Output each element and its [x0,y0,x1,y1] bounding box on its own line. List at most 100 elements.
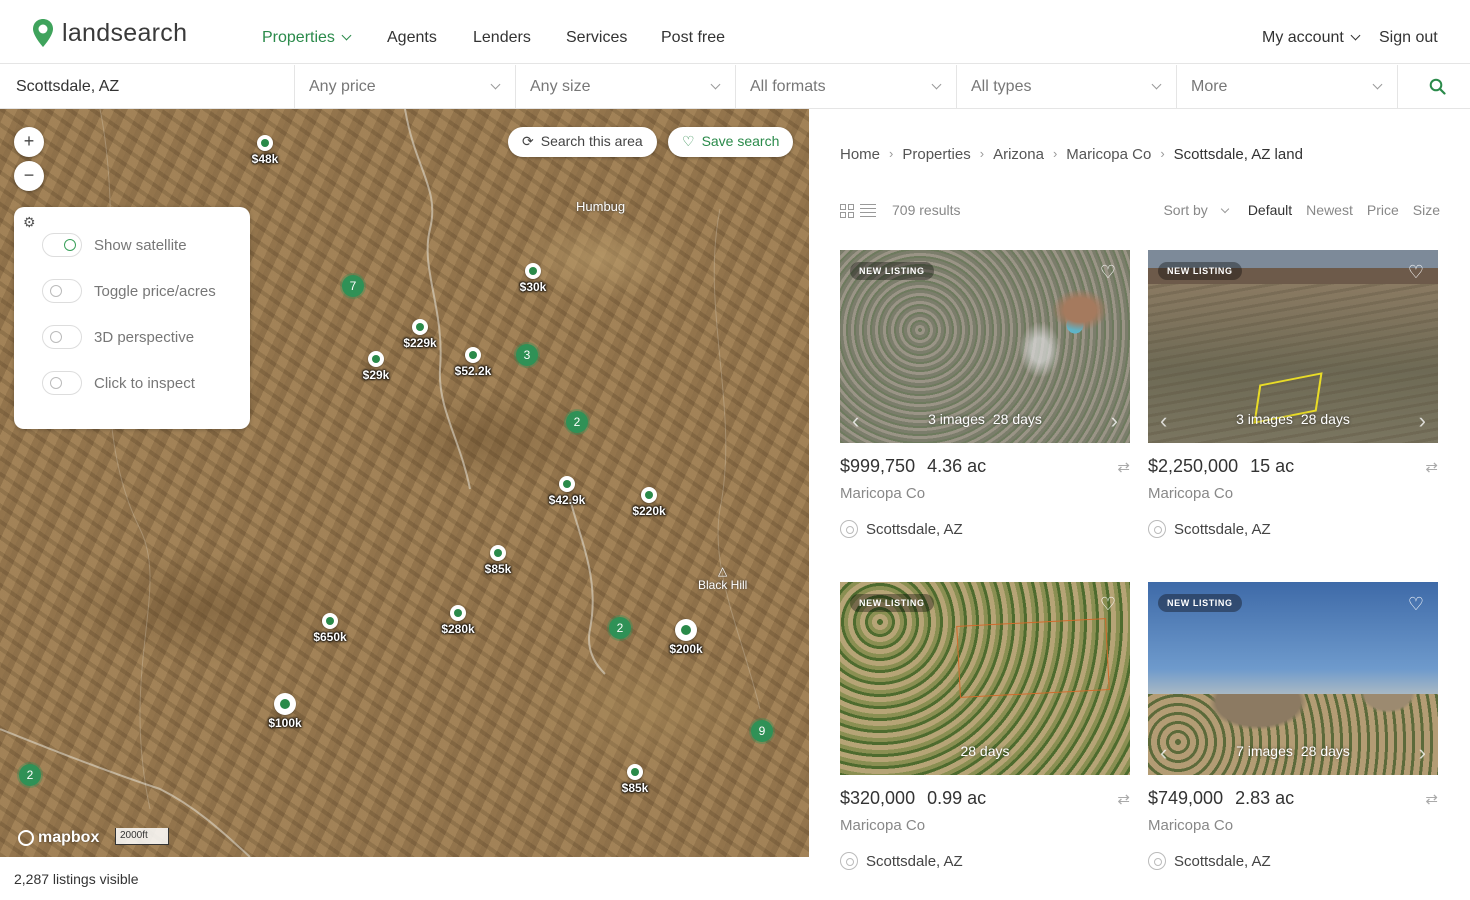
heart-icon[interactable]: ♡ [1100,262,1116,283]
map-pin[interactable]: $48k [252,135,278,166]
map-pin[interactable]: $650k [313,613,347,644]
map-pin[interactable]: $229k [403,319,437,350]
nav-properties[interactable]: Properties [262,29,352,47]
nav-lenders[interactable]: Lenders [473,29,531,47]
map-cluster[interactable]: 2 [19,764,41,786]
gear-icon[interactable]: ⚙ [23,214,36,231]
heart-icon[interactable]: ♡ [1408,262,1424,283]
location-icon [840,520,858,538]
map-cluster[interactable]: 2 [609,617,631,639]
compare-icon[interactable]: ⇄ [1117,458,1130,476]
search-this-area-button[interactable]: ⟳ Search this area [508,127,657,157]
map-cluster[interactable]: 2 [566,411,588,433]
save-search-button[interactable]: ♡ Save search [668,127,794,157]
listing-photo[interactable]: NEW LISTING ♡ ‹ › 7 images 28 days [1148,582,1438,775]
toggle-show-satellite[interactable]: Show satellite [42,233,187,257]
new-listing-badge: NEW LISTING [1158,262,1242,280]
map-pin[interactable]: $29k [363,351,389,382]
map-pin-price: $650k [313,630,347,644]
compare-icon[interactable]: ⇄ [1425,790,1438,808]
listing-card[interactable]: NEW LISTING ♡ 28 days $320,000 0.99 ac ⇄ … [840,582,1130,870]
formats-filter[interactable]: All formats [736,65,957,109]
listing-card[interactable]: NEW LISTING ♡ ‹ › 3 images 28 days $2,250… [1148,250,1438,538]
nav-services[interactable]: Services [566,29,627,47]
types-filter[interactable]: All types [957,65,1177,109]
map-pin-price: $100k [268,716,302,730]
sort-newest[interactable]: Newest [1306,202,1353,218]
size-filter[interactable]: Any size [516,65,736,109]
map-pin-dot [627,764,643,780]
map-pin[interactable]: $85k [622,764,648,795]
logo[interactable]: landsearch [32,18,187,48]
compare-icon[interactable]: ⇄ [1425,458,1438,476]
price-filter[interactable]: Any price [295,65,516,109]
place-label-humbug: Humbug [576,199,626,214]
more-filter[interactable]: More [1177,65,1398,109]
breadcrumb-home[interactable]: Home [840,146,880,163]
size-filter-label: Any size [530,78,591,95]
listing-card[interactable]: NEW LISTING ♡ ‹ › 3 images 28 days $999,7… [840,250,1130,538]
nav-my-account[interactable]: My account [1262,29,1361,47]
search-area-label: Search this area [540,133,643,149]
toggle-knob [50,377,62,389]
map-cluster[interactable]: 3 [516,344,538,366]
toggle-label: Click to inspect [94,374,195,392]
chevron-right-icon: › [889,146,894,161]
map-pin[interactable]: $100k [268,693,302,730]
map-pin[interactable]: $30k [520,263,546,294]
location-input[interactable]: Scottsdale, AZ [0,65,295,109]
map-pin[interactable]: $200k [669,619,703,656]
mapbox-attribution[interactable]: mapbox [18,829,99,847]
map-pin[interactable]: $85k [485,545,511,576]
toggle-switch[interactable] [42,325,82,349]
nav-agents[interactable]: Agents [387,29,437,47]
toggle-click-to-inspect[interactable]: Click to inspect [42,371,195,395]
map-pin[interactable]: $280k [441,605,475,636]
toggle-switch[interactable] [42,371,82,395]
heart-icon[interactable]: ♡ [1408,594,1424,615]
map-pin[interactable]: $42.9k [549,476,585,507]
toggle-knob [50,331,62,343]
photo-meta: 7 images 28 days [1148,743,1438,759]
heart-icon[interactable]: ♡ [1100,594,1116,615]
breadcrumb-arizona[interactable]: Arizona [993,146,1044,163]
filter-bar: Scottsdale, AZ Any price Any size All fo… [0,65,1470,109]
map-cluster[interactable]: 9 [751,720,773,742]
map-pin[interactable]: $220k [632,487,666,518]
listing-county: Maricopa Co [840,485,926,502]
map[interactable]: + − ⚙ Show satellite Toggle price/acres … [0,109,809,857]
map-pin-dot [641,487,657,503]
listing-photo[interactable]: NEW LISTING ♡ ‹ › 3 images 28 days [840,250,1130,443]
breadcrumb-properties[interactable]: Properties [902,146,970,163]
search-button[interactable] [1429,78,1446,100]
map-pin[interactable]: $52.2k [455,347,491,378]
listing-photo[interactable]: NEW LISTING ♡ ‹ › 3 images 28 days [1148,250,1438,443]
sort-price[interactable]: Price [1367,202,1399,218]
map-pin-price: $42.9k [548,493,586,507]
toggle-switch[interactable] [42,233,82,257]
listing-city: Scottsdale, AZ [1148,520,1438,538]
toggle-3d-perspective[interactable]: 3D perspective [42,325,194,349]
listing-card[interactable]: NEW LISTING ♡ ‹ › 7 images 28 days $749,0… [1148,582,1438,870]
map-pin-dot [412,319,428,335]
zoom-in-button[interactable]: + [14,127,44,157]
image-count: 3 images [1236,411,1293,427]
nav-post-free[interactable]: Post free [661,29,725,47]
types-filter-label: All types [971,78,1032,95]
map-cluster[interactable]: 7 [342,275,364,297]
listing-price-line: $999,750 4.36 ac [840,456,1130,477]
grid-view-icon[interactable] [840,204,854,218]
toggle-switch[interactable] [42,279,82,303]
map-pin-price: $48k [251,152,279,166]
sort-size[interactable]: Size [1413,202,1440,218]
breadcrumb-maricopa[interactable]: Maricopa Co [1066,146,1151,163]
nav-sign-out[interactable]: Sign out [1379,29,1438,47]
compare-icon[interactable]: ⇄ [1117,790,1130,808]
sort-default[interactable]: Default [1220,202,1292,218]
list-view-icon[interactable] [860,204,876,218]
toggle-price-acres[interactable]: Toggle price/acres [42,279,216,303]
listing-photo[interactable]: NEW LISTING ♡ 28 days [840,582,1130,775]
place-label-black-hill: △ Black Hill [698,564,747,592]
zoom-out-button[interactable]: − [14,161,44,191]
toggle-knob [64,239,76,251]
